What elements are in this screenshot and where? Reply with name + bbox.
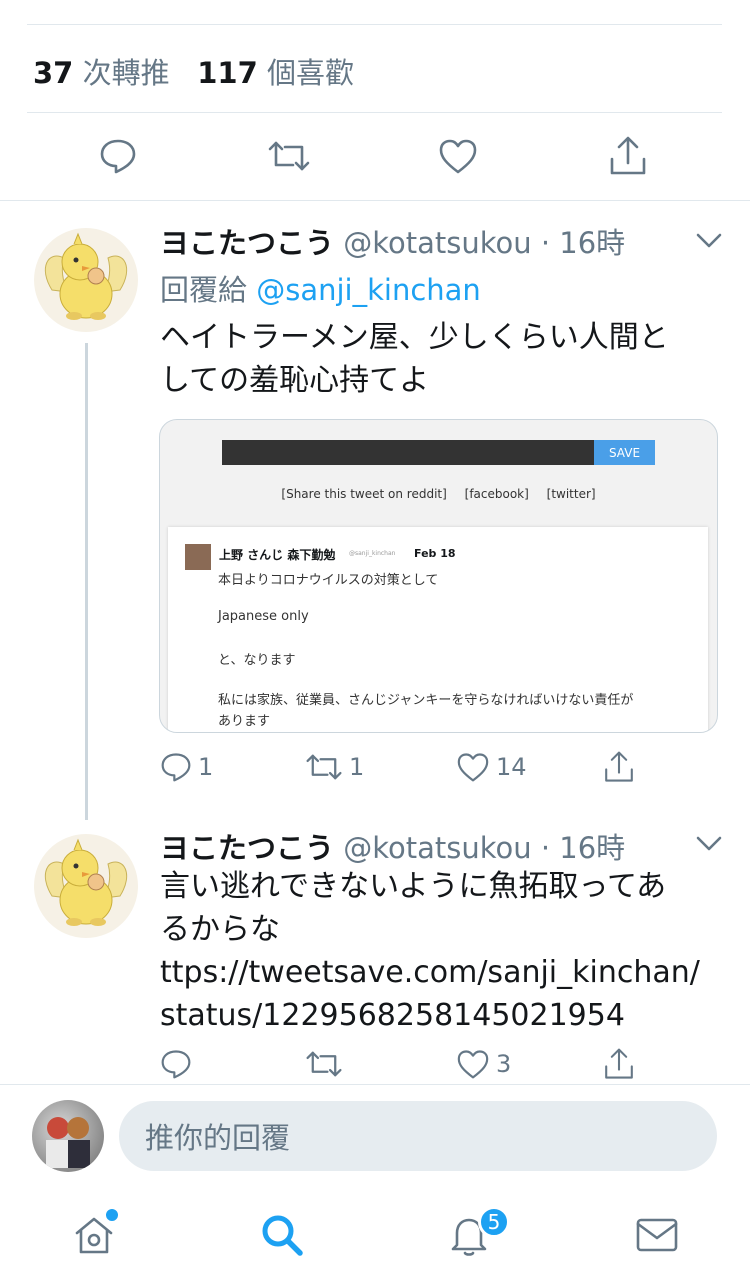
tweet-text-line: るからな <box>160 912 280 947</box>
quoted-avatar <box>185 544 211 570</box>
thread-line <box>85 343 88 820</box>
heart-icon <box>457 1050 489 1079</box>
tweet2-share-button[interactable] <box>603 1047 635 1081</box>
tweet-header: ヨこたつこう @kotatsukou · 16時 <box>160 220 625 262</box>
top-divider <box>27 24 722 25</box>
tweet1-retweet-button[interactable]: 1 <box>305 752 364 782</box>
notification-badge: 5 <box>478 1206 510 1238</box>
share-button[interactable] <box>607 134 649 178</box>
chick-avatar-icon <box>44 232 128 320</box>
twitter-link: [twitter] <box>546 487 596 501</box>
author-handle-time: @kotatsukou · 16時 <box>343 226 626 260</box>
reply-icon <box>161 753 191 782</box>
my-avatar[interactable] <box>32 1100 104 1172</box>
reply-button[interactable] <box>98 136 138 176</box>
quoted-line: 私には家族、従業員、さんじジャンキーを守らなければいけない責任が <box>218 693 634 708</box>
share-icon <box>610 136 646 175</box>
retweet-count: 1 <box>349 753 365 781</box>
tweet1-like-button[interactable]: 14 <box>456 752 527 782</box>
retweet-count: 37 <box>33 56 74 90</box>
retweet-icon <box>268 141 310 171</box>
tweet1-reply-button[interactable]: 1 <box>160 752 213 782</box>
quoted-line: あります <box>218 714 271 729</box>
quoted-line: と、なります <box>218 653 296 668</box>
author-avatar[interactable] <box>34 834 138 938</box>
stats-divider <box>27 112 722 113</box>
tweet-text-line: しての羞恥心持てよ <box>160 363 430 398</box>
quoted-line: 本日よりコロナウイルスの対策として <box>218 573 439 588</box>
retweet-icon <box>306 1051 342 1077</box>
author-name[interactable]: ヨこたつこう <box>160 831 334 865</box>
quoted-name: 上野 さんじ 森下勤勉 <box>219 548 336 562</box>
author-name[interactable]: ヨこたつこう <box>160 226 334 260</box>
chevron-down-icon[interactable] <box>696 836 722 852</box>
tweet-link-line[interactable]: ttps://tweetsave.com/sanji_kinchan/ <box>160 951 720 994</box>
quoted-handle: @sanji_kinchan <box>349 550 396 557</box>
share-icon <box>605 751 633 782</box>
chick-avatar-icon <box>44 838 128 926</box>
tweet-text-line: 言い逃れできないように魚拓取ってあ <box>160 869 667 904</box>
tweet2-retweet-button[interactable] <box>305 1049 343 1079</box>
tweet-stats[interactable]: 37 次轉推 117 個喜歡 <box>33 50 354 92</box>
like-count: 117 <box>197 56 258 90</box>
quoted-date: Feb 18 <box>414 547 456 560</box>
reddit-link: [Share this tweet on reddit] <box>281 487 447 501</box>
tab-search[interactable] <box>259 1212 305 1258</box>
chevron-down-icon[interactable] <box>696 233 722 249</box>
retweet-button[interactable] <box>266 136 312 176</box>
retweet-icon <box>306 754 342 780</box>
reply-to-line: 回覆給 @sanji_kinchan <box>160 267 481 309</box>
reply-count: 1 <box>198 753 214 781</box>
share-links: [Share this tweet on reddit] [facebook] … <box>160 487 717 501</box>
author-avatar[interactable] <box>34 228 138 332</box>
actions-divider <box>0 200 750 201</box>
retweet-label: 次轉推 <box>82 56 170 90</box>
composer-divider <box>0 1084 750 1085</box>
like-count: 14 <box>496 753 527 781</box>
quoted-tweet-capture: 上野 さんじ 森下勤勉 @sanji_kinchan Feb 18 本日よりコロ… <box>168 527 708 732</box>
user-avatar-icon <box>46 1117 90 1168</box>
embedded-image-card[interactable]: SAVE [Share this tweet on reddit] [faceb… <box>159 419 718 733</box>
tweet-text-line: ヘイトラーメン屋、少しくらい人間と <box>160 320 669 355</box>
tweet-text: 言い逃れできないように魚拓取ってあ るからな ttps://tweetsave.… <box>160 865 720 1037</box>
tab-messages[interactable] <box>634 1212 680 1258</box>
heart-icon <box>439 139 477 174</box>
reply-placeholder: 推你的回覆 <box>145 1121 291 1155</box>
reply-mention-link[interactable]: @sanji_kinchan <box>256 273 481 307</box>
reply-icon <box>161 1050 191 1079</box>
save-button: SAVE <box>594 440 655 465</box>
reply-icon <box>100 139 136 174</box>
tweet-link-line[interactable]: status/1229568258145021954 <box>160 994 720 1037</box>
tweet-header: ヨこたつこう @kotatsukou · 16時 <box>160 825 625 867</box>
share-icon <box>605 1048 633 1079</box>
like-button[interactable] <box>437 136 479 176</box>
quoted-line: Japanese only <box>218 609 309 624</box>
tweet2-reply-button[interactable] <box>160 1049 192 1079</box>
like-label: 個喜歡 <box>267 56 355 90</box>
home-notification-dot <box>104 1207 120 1223</box>
tweet1-share-button[interactable] <box>603 750 635 784</box>
search-icon <box>262 1215 303 1256</box>
tweet2-like-button[interactable]: 3 <box>456 1049 511 1079</box>
url-bar <box>222 440 594 465</box>
facebook-link: [facebook] <box>464 487 529 501</box>
reply-prefix: 回覆給 <box>160 273 248 307</box>
reply-input[interactable]: 推你的回覆 <box>119 1101 717 1171</box>
heart-icon <box>457 753 489 782</box>
author-handle-time: @kotatsukou · 16時 <box>343 831 626 865</box>
mail-icon <box>636 1218 678 1252</box>
tweet-text: ヘイトラーメン屋、少しくらい人間と しての羞恥心持てよ <box>160 316 720 402</box>
like-count: 3 <box>496 1050 512 1078</box>
